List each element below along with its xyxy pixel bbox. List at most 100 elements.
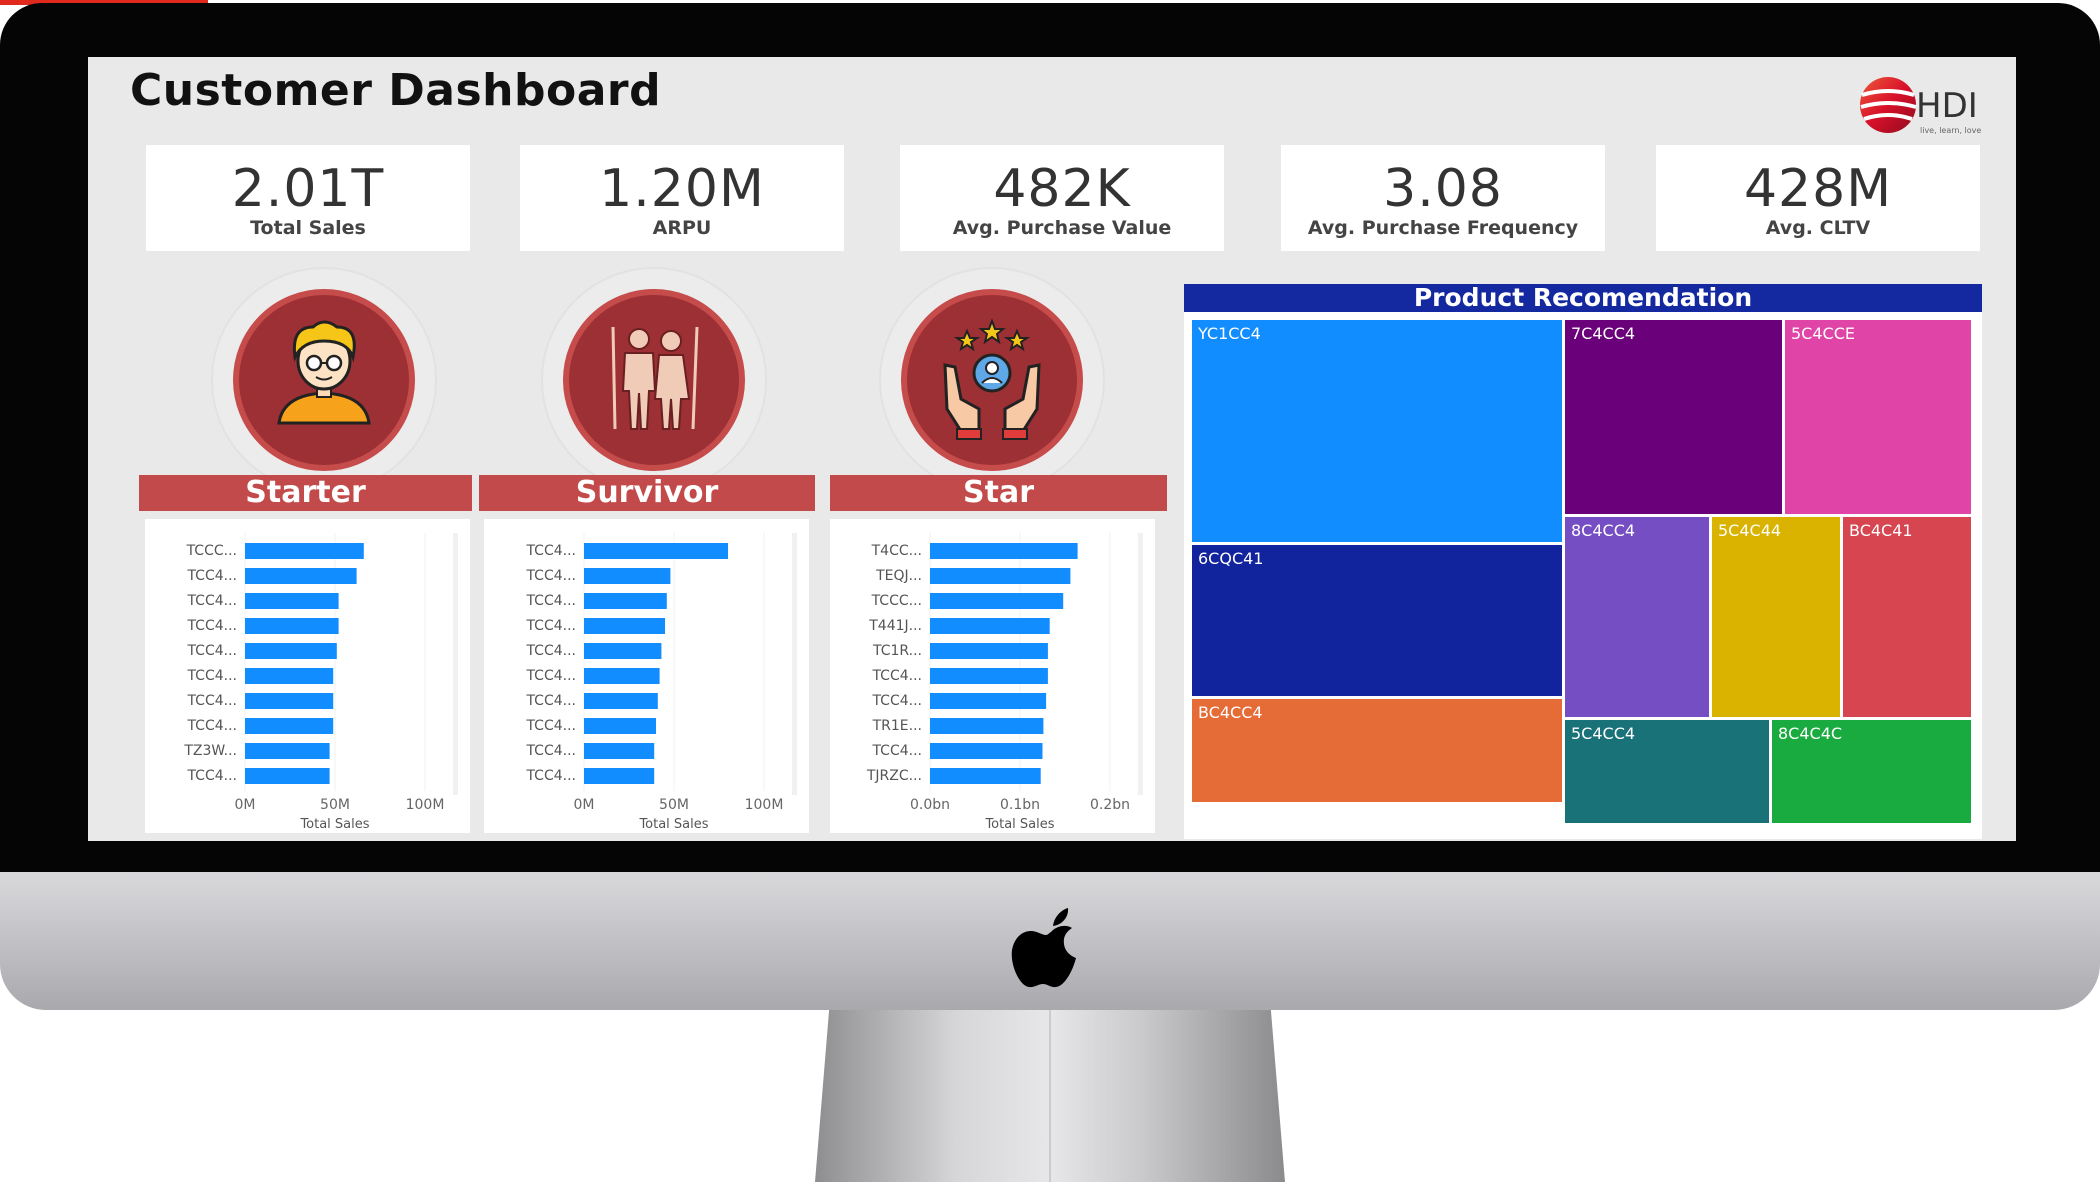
- x-axis-title: Total Sales: [638, 817, 708, 832]
- tile-label: 8C4C4C: [1778, 724, 1843, 743]
- product-treemap: YC1CC4 6CQC41 BC4CC4 7C4CC4 5C4CCE 8C4CC…: [1184, 312, 1982, 839]
- survivor-chart-svg: 0M 50M 100M Total Sales TCC4... TCC4... TCC4..…: [525, 533, 797, 832]
- star-customer-hands-icon: [943, 318, 1041, 440]
- treemap-tile[interactable]: 5C4CCE: [1783, 318, 1973, 516]
- stand-seam: [1049, 1010, 1051, 1182]
- treemap-tile[interactable]: 8C4C4C: [1770, 718, 1973, 825]
- treemap-tile[interactable]: BC4C41: [1841, 515, 1973, 719]
- category-label: TEQJ...: [875, 568, 922, 584]
- x-tick-label: 0.2bn: [1090, 797, 1130, 813]
- bar[interactable]: [930, 543, 1078, 559]
- kpi-value: 1.20M: [599, 159, 765, 219]
- tile-label: 5C4CC4: [1571, 724, 1636, 743]
- treemap-tile[interactable]: 5C4C44: [1710, 515, 1842, 719]
- category-label: TCC4...: [186, 718, 237, 734]
- x-tick-label: 50M: [320, 797, 350, 813]
- kpi-card-arpu: 1.20M ARPU: [520, 145, 844, 251]
- kpi-card-total-sales: 2.01T Total Sales: [146, 145, 470, 251]
- tile-label: BC4C41: [1849, 521, 1913, 540]
- x-axis-title: Total Sales: [984, 817, 1054, 832]
- category-label: TCC4...: [871, 668, 922, 684]
- kpi-label: Avg. Purchase Frequency: [1307, 217, 1579, 239]
- x-tick-label: 50M: [659, 797, 689, 813]
- bar[interactable]: [584, 643, 662, 659]
- chart-scrollbar[interactable]: [453, 533, 458, 795]
- bar[interactable]: [930, 768, 1041, 784]
- bar[interactable]: [245, 693, 334, 709]
- bar[interactable]: [930, 618, 1050, 634]
- tile-label: 5C4CCE: [1791, 324, 1855, 343]
- bar[interactable]: [930, 593, 1064, 609]
- bar[interactable]: [930, 718, 1044, 734]
- x-tick-label: 0M: [574, 797, 595, 813]
- category-label: T4CC...: [871, 543, 922, 559]
- bar[interactable]: [584, 568, 671, 584]
- kpi-card-avg-purchase-value: 482K Avg. Purchase Value: [900, 145, 1224, 251]
- bar[interactable]: [245, 643, 337, 659]
- x-tick-label: 100M: [406, 797, 445, 813]
- category-label: TCC4...: [525, 543, 576, 559]
- x-tick-label: 0.1bn: [1000, 797, 1040, 813]
- treemap-tile[interactable]: 8C4CC4: [1563, 515, 1711, 719]
- bar[interactable]: [584, 593, 667, 609]
- bar[interactable]: [245, 593, 339, 609]
- bar[interactable]: [584, 743, 655, 759]
- kpi-label: Avg. Purchase Value: [952, 217, 1172, 239]
- bar[interactable]: [584, 768, 655, 784]
- x-axis-title: Total Sales: [299, 817, 369, 832]
- page-title: Customer Dashboard: [130, 65, 662, 116]
- dashboard-screen: Customer Dashboard HDI live, learn, love…: [88, 57, 2016, 841]
- chart-scrollbar[interactable]: [792, 533, 797, 795]
- category-label: TCCC...: [186, 543, 237, 559]
- category-label: TCC4...: [871, 743, 922, 759]
- bar[interactable]: [245, 618, 339, 634]
- tile-label: YC1CC4: [1198, 324, 1261, 343]
- kpi-value: 482K: [993, 159, 1131, 219]
- bar[interactable]: [930, 568, 1071, 584]
- chart-scrollbar[interactable]: [1138, 533, 1143, 795]
- category-label: TCC4...: [525, 668, 576, 684]
- bar[interactable]: [584, 718, 656, 734]
- tile-label: BC4CC4: [1198, 703, 1263, 722]
- bar[interactable]: [930, 693, 1047, 709]
- bar[interactable]: [584, 543, 728, 559]
- treemap-tile[interactable]: 7C4CC4: [1563, 318, 1784, 516]
- bar[interactable]: [584, 668, 660, 684]
- treemap-title: Product Recomendation: [1184, 284, 1982, 312]
- bar[interactable]: [245, 718, 334, 734]
- category-label: TCC4...: [186, 593, 237, 609]
- bar[interactable]: [245, 668, 334, 684]
- category-label: TCC4...: [525, 618, 576, 634]
- treemap-tile[interactable]: YC1CC4: [1190, 318, 1564, 544]
- category-label: TC1R...: [872, 643, 922, 659]
- kpi-value: 3.08: [1383, 159, 1503, 219]
- bar[interactable]: [245, 568, 357, 584]
- kpi-label: Avg. CLTV: [1765, 217, 1871, 239]
- kpi-value: 428M: [1743, 159, 1893, 219]
- bar[interactable]: [584, 693, 658, 709]
- bar[interactable]: [245, 768, 330, 784]
- bar[interactable]: [245, 543, 364, 559]
- hdi-tagline: live, learn, love: [1920, 126, 1981, 135]
- category-label: TCCC...: [871, 593, 922, 609]
- treemap-tile[interactable]: BC4CC4: [1190, 697, 1564, 804]
- star-chart-svg: 0.0bn 0.1bn 0.2bn Total Sales T4CC... TEQJ...…: [866, 533, 1143, 832]
- bar[interactable]: [930, 643, 1048, 659]
- category-label: TJRZC...: [866, 768, 922, 784]
- bar[interactable]: [930, 743, 1043, 759]
- survivor-segment-circle: [543, 269, 765, 491]
- tile-label: 5C4C44: [1718, 521, 1782, 540]
- tile-label: 7C4CC4: [1571, 324, 1636, 343]
- hdi-logo: HDI live, learn, love: [1860, 77, 1981, 135]
- bar[interactable]: [584, 618, 665, 634]
- treemap-tile[interactable]: 6CQC41: [1190, 543, 1564, 698]
- bar[interactable]: [245, 743, 330, 759]
- kpi-value: 2.01T: [231, 159, 385, 219]
- segment-header-starter: Starter: [139, 475, 472, 511]
- survivor-bar-chart: 0M 50M 100M Total Sales TCC4... TCC4... TCC4..…: [484, 519, 809, 833]
- bar[interactable]: [930, 668, 1048, 684]
- category-label: TCC4...: [525, 693, 576, 709]
- category-label: TCC4...: [525, 743, 576, 759]
- starter-bar-chart: 0M 50M 100M Total Sales TCCC... TCC4... TCC4..…: [145, 519, 470, 833]
- treemap-tile[interactable]: 5C4CC4: [1563, 718, 1771, 825]
